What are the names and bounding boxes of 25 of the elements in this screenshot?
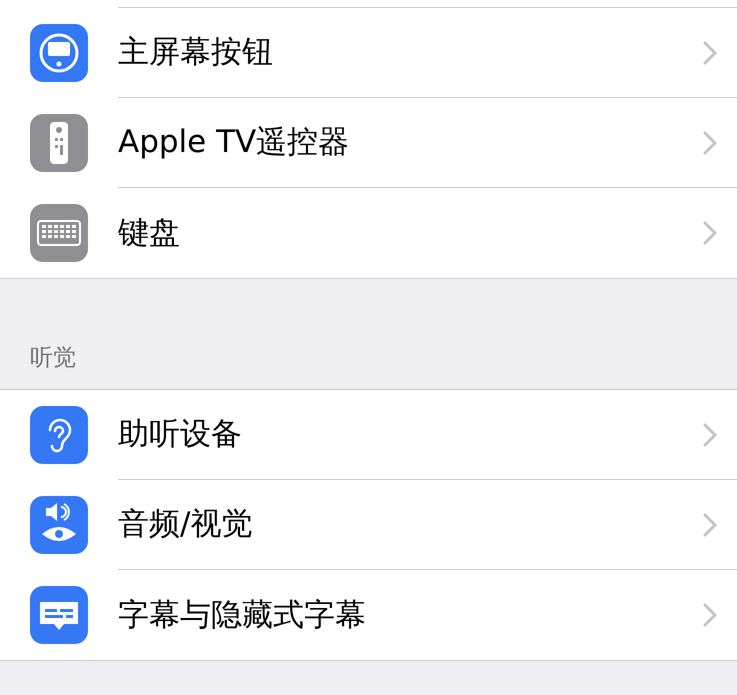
row-label: 音频/视觉 <box>118 505 252 544</box>
settings-row[interactable]: Apple TV遥控器 <box>0 98 737 188</box>
row-label: 主屏幕按钮 <box>118 33 273 72</box>
row-label: 助听设备 <box>118 415 242 454</box>
settings-row[interactable]: 主屏幕按钮 <box>0 8 737 98</box>
section-header: 听觉 <box>30 344 76 372</box>
chevron-icon <box>703 40 717 64</box>
row-label: 字幕与隐藏式字幕 <box>118 596 366 635</box>
settings-row[interactable]: 助听设备 <box>0 390 737 480</box>
row-label: 键盘 <box>118 214 180 253</box>
chevron-icon <box>703 130 717 154</box>
remote-icon <box>30 114 88 172</box>
chevron-icon <box>703 422 717 446</box>
chevron-icon <box>703 512 717 536</box>
speaker-eye-icon <box>30 496 88 554</box>
settings-row[interactable]: 键盘 <box>0 188 737 278</box>
settings-row[interactable]: 音频/视觉 <box>0 480 737 570</box>
keyboard-icon <box>30 204 88 262</box>
chevron-icon <box>703 603 717 627</box>
chevron-icon <box>703 221 717 245</box>
ear-icon <box>30 406 88 464</box>
settings-row[interactable]: 字幕与隐藏式字幕 <box>0 570 737 660</box>
row-label: Apple TV遥控器 <box>118 123 350 162</box>
caption-bubble-icon <box>30 586 88 644</box>
home-button-icon <box>30 24 88 82</box>
